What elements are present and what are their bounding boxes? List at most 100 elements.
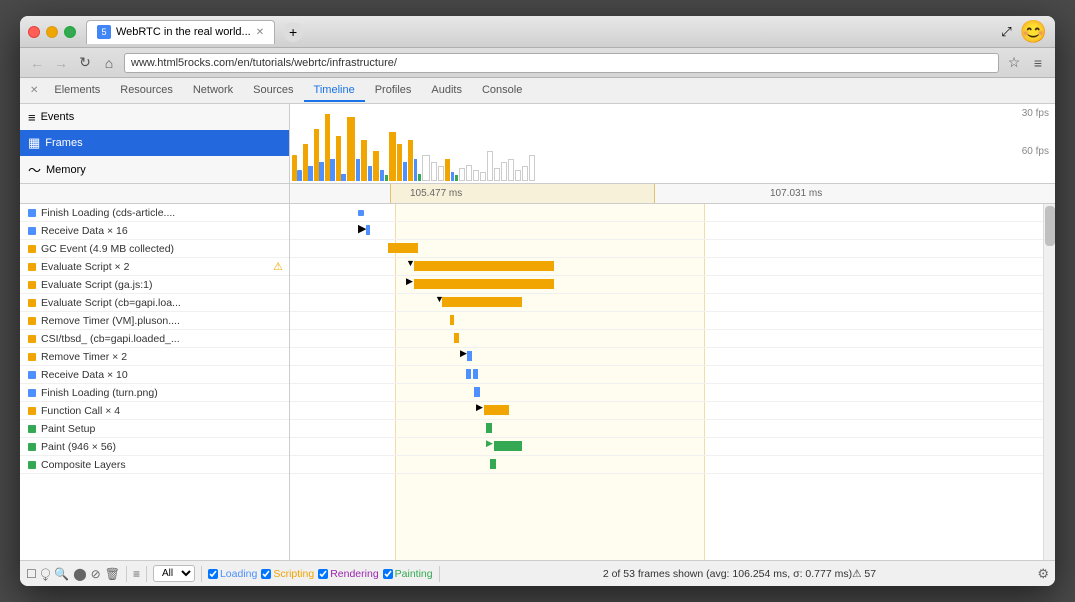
painting-filter[interactable]: Painting (383, 568, 433, 580)
timeline-row (290, 312, 1043, 330)
close-button[interactable] (28, 26, 40, 38)
events-timeline: ▶ ▼ ▶ (290, 204, 1043, 560)
timeline-row (290, 384, 1043, 402)
maximize-button[interactable] (64, 26, 76, 38)
timeline-expand[interactable]: ▶ (486, 438, 493, 449)
event-name: Evaluate Script (ga.js:1) (41, 279, 283, 291)
devtools-close-button[interactable]: ✕ (24, 85, 44, 96)
delete-icon[interactable]: 🗑 (105, 567, 120, 581)
timeline-expand[interactable]: ▶ (460, 348, 467, 359)
list-item[interactable]: Evaluate Script × 2 ⚠ (20, 258, 289, 276)
forward-button[interactable]: → (52, 55, 70, 71)
sidebar-item-events[interactable]: ≡ Events (20, 104, 289, 130)
loading-checkbox[interactable] (208, 569, 218, 579)
expand-icon[interactable]: ⤢ (1001, 24, 1011, 40)
list-item[interactable]: Finish Loading (cds-article.... (20, 204, 289, 222)
frame-bar (501, 162, 507, 181)
url-text: www.html5rocks.com/en/tutorials/webrtc/i… (131, 57, 397, 69)
timeline-row (290, 366, 1043, 384)
tab-sources[interactable]: Sources (243, 80, 303, 102)
list-item[interactable]: GC Event (4.9 MB collected) (20, 240, 289, 258)
warn-icon: ⚠ (273, 260, 283, 273)
list-item[interactable]: Evaluate Script (ga.js:1) (20, 276, 289, 294)
scrollbar-thumb[interactable] (1045, 206, 1055, 246)
frame-bar (422, 155, 430, 181)
list-item[interactable]: Evaluate Script (cb=gapi.loa... (20, 294, 289, 312)
list-icon[interactable]: ≡ (133, 567, 140, 581)
record-icon[interactable]: ☐ (26, 567, 37, 581)
tab-resources[interactable]: Resources (110, 80, 183, 102)
scripting-filter[interactable]: Scripting (261, 568, 314, 580)
back-button[interactable]: ← (28, 55, 46, 71)
tab-network[interactable]: Network (183, 80, 243, 102)
event-name: CSI/tbsd_ (cb=gapi.loaded_... (41, 333, 283, 345)
tab-timeline[interactable]: Timeline (304, 80, 365, 102)
frame-bar (431, 162, 437, 181)
frame-bar (473, 170, 479, 181)
tab-elements[interactable]: Elements (44, 80, 110, 102)
rendering-filter[interactable]: Rendering (318, 568, 378, 580)
list-item[interactable]: Composite Layers (20, 456, 289, 474)
frame-bar (341, 174, 346, 182)
list-item[interactable]: Function Call × 4 (20, 402, 289, 420)
list-item[interactable]: Remove Timer (VM].pluson.... (20, 312, 289, 330)
sidebar-item-memory[interactable]: 〜 Memory (20, 157, 289, 183)
rendering-checkbox[interactable] (318, 569, 328, 579)
scripting-checkbox[interactable] (261, 569, 271, 579)
list-item[interactable]: Remove Timer × 2 (20, 348, 289, 366)
frame-bar (445, 159, 450, 182)
events-scrollbar[interactable] (1043, 204, 1055, 560)
sidebar-item-frames[interactable]: ▦ Frames (20, 130, 289, 156)
tab-close-icon[interactable]: ✕ (256, 27, 264, 38)
browser-menu-icon[interactable]: ≡ (1029, 55, 1047, 71)
status-info: 2 of 53 frames shown (avg: 106.254 ms, σ… (446, 568, 1034, 580)
browser-tab[interactable]: 5 WebRTC in the real world... ✕ (86, 20, 275, 44)
memory-icon: 〜 (28, 160, 41, 179)
list-item[interactable]: Receive Data × 16 (20, 222, 289, 240)
event-dot (28, 227, 36, 235)
bar-group-5 (336, 106, 346, 181)
list-item[interactable]: Finish Loading (turn.png) (20, 384, 289, 402)
event-name: GC Event (4.9 MB collected) (41, 243, 283, 255)
no-icon[interactable]: ⊘ (91, 567, 101, 581)
event-name: Remove Timer × 2 (41, 351, 283, 363)
devtools-panel: ✕ Elements Resources Network Sources Tim… (20, 78, 1055, 586)
bar-group-21 (487, 106, 493, 181)
bar-group-19 (473, 106, 479, 181)
url-bar[interactable]: www.html5rocks.com/en/tutorials/webrtc/i… (124, 53, 999, 73)
list-item[interactable]: Receive Data × 10 (20, 366, 289, 384)
list-item[interactable]: CSI/tbsd_ (cb=gapi.loaded_... (20, 330, 289, 348)
paint-icon[interactable]: ⬤ (73, 567, 86, 581)
ruler-sidebar (20, 184, 290, 203)
timeline-expand[interactable]: ▶ (406, 276, 413, 287)
timeline-ruler: 105.477 ms 107.031 ms (20, 184, 1055, 204)
ruler-mark-1: 105.477 ms (410, 188, 462, 199)
settings-icon[interactable]: ⚙ (1037, 566, 1049, 582)
timeline-row: ▶ (290, 402, 1043, 420)
new-tab-button[interactable]: + (283, 22, 303, 42)
home-button[interactable]: ⌂ (100, 55, 118, 71)
star-icon[interactable]: ☆ (1005, 54, 1023, 71)
minimize-button[interactable] (46, 26, 58, 38)
event-bar (414, 261, 554, 271)
tab-profiles[interactable]: Profiles (365, 80, 422, 102)
timeline-sidebar-top: ≡ Events ▦ Frames 〜 Memory (20, 104, 290, 183)
bar-group-15 (438, 106, 444, 181)
event-dot (28, 407, 36, 415)
list-item[interactable]: Paint (946 × 56) (20, 438, 289, 456)
devtools-tab-bar: ✕ Elements Resources Network Sources Tim… (20, 78, 1055, 104)
reload-button[interactable]: ↻ (76, 54, 94, 71)
tab-audits[interactable]: Audits (421, 80, 472, 102)
search-icon[interactable]: 🔍 (54, 567, 69, 581)
event-bar (494, 441, 522, 451)
event-bar (467, 351, 472, 361)
loading-filter[interactable]: Loading (208, 568, 257, 580)
list-item[interactable]: Paint Setup (20, 420, 289, 438)
frame-bar (319, 162, 324, 181)
tab-console[interactable]: Console (472, 80, 532, 102)
events-sidebar: Finish Loading (cds-article.... Receive … (20, 204, 290, 560)
filter-select[interactable]: All (153, 565, 195, 582)
timeline-expand[interactable]: ▶ (476, 402, 483, 413)
painting-checkbox[interactable] (383, 569, 393, 579)
clear-icon[interactable]: ⧬ (41, 566, 51, 581)
